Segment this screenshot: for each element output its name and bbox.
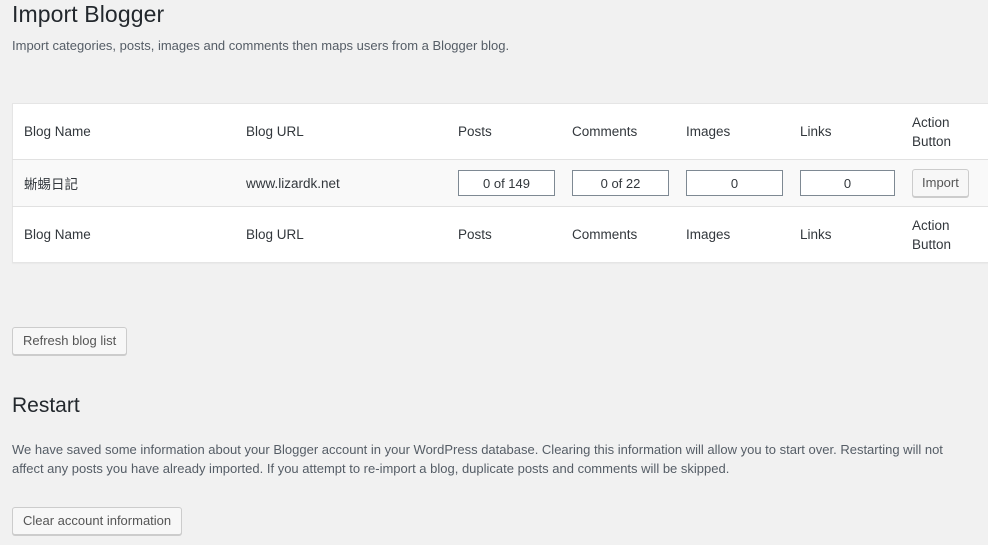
table-footer-row: Blog Name Blog URL Posts Comments Images… [12, 206, 988, 263]
column-header-links: Links [800, 103, 912, 160]
column-footer-action-button-label: Action Button [912, 217, 952, 252]
page-description: Import categories, posts, images and com… [12, 38, 510, 53]
column-footer-posts: Posts [458, 206, 572, 263]
table-row: 蜥蜴日記 www.lizardk.net Import [12, 159, 988, 207]
blog-name-text: 蜥蜴日記 [24, 177, 78, 192]
cell-comments [572, 160, 686, 207]
clear-account-information-wrap: Clear account information [12, 507, 183, 535]
restart-section-description: We have saved some information about you… [12, 442, 943, 476]
import-button[interactable]: Import [912, 169, 969, 197]
table-header-row: Blog Name Blog URL Posts Comments Images… [12, 103, 988, 160]
blog-list-table: Blog Name Blog URL Posts Comments Images… [12, 103, 988, 263]
table-header: Blog Name Blog URL Posts Comments Images… [12, 103, 988, 160]
column-footer-blog-name: Blog Name [12, 206, 246, 263]
column-header-blog-url: Blog URL [246, 103, 458, 160]
comments-count-input[interactable] [572, 170, 669, 196]
cell-action: Import [912, 160, 988, 207]
column-header-action-button-label: Action Button [912, 114, 952, 149]
column-header-action-button: Action Button [912, 103, 988, 160]
column-footer-links: Links [800, 206, 912, 263]
page-title: Import Blogger [12, 1, 165, 27]
column-header-comments: Comments [572, 103, 686, 160]
posts-count-input[interactable] [458, 170, 555, 196]
table-footer: Blog Name Blog URL Posts Comments Images… [12, 206, 988, 263]
cell-blog-url: www.lizardk.net [246, 160, 458, 207]
column-footer-comments: Comments [572, 206, 686, 263]
column-footer-images: Images [686, 206, 800, 263]
column-header-images: Images [686, 103, 800, 160]
cell-posts [458, 160, 572, 207]
blog-url-text: www.lizardk.net [246, 175, 340, 191]
column-header-blog-name: Blog Name [12, 103, 246, 160]
cell-images [686, 160, 800, 207]
cell-links [800, 160, 912, 207]
column-footer-action-button: Action Button [912, 206, 988, 263]
refresh-blog-list-wrap: Refresh blog list [12, 327, 128, 355]
column-header-posts: Posts [458, 103, 572, 160]
table-body: 蜥蜴日記 www.lizardk.net Import [12, 159, 988, 207]
images-count-input[interactable] [686, 170, 783, 196]
refresh-blog-list-button[interactable]: Refresh blog list [12, 327, 128, 355]
links-count-input[interactable] [800, 170, 895, 196]
cell-blog-name: 蜥蜴日記 [13, 160, 247, 207]
restart-section-title: Restart [12, 394, 80, 417]
column-footer-blog-url: Blog URL [246, 206, 458, 263]
clear-account-information-button[interactable]: Clear account information [12, 507, 183, 535]
